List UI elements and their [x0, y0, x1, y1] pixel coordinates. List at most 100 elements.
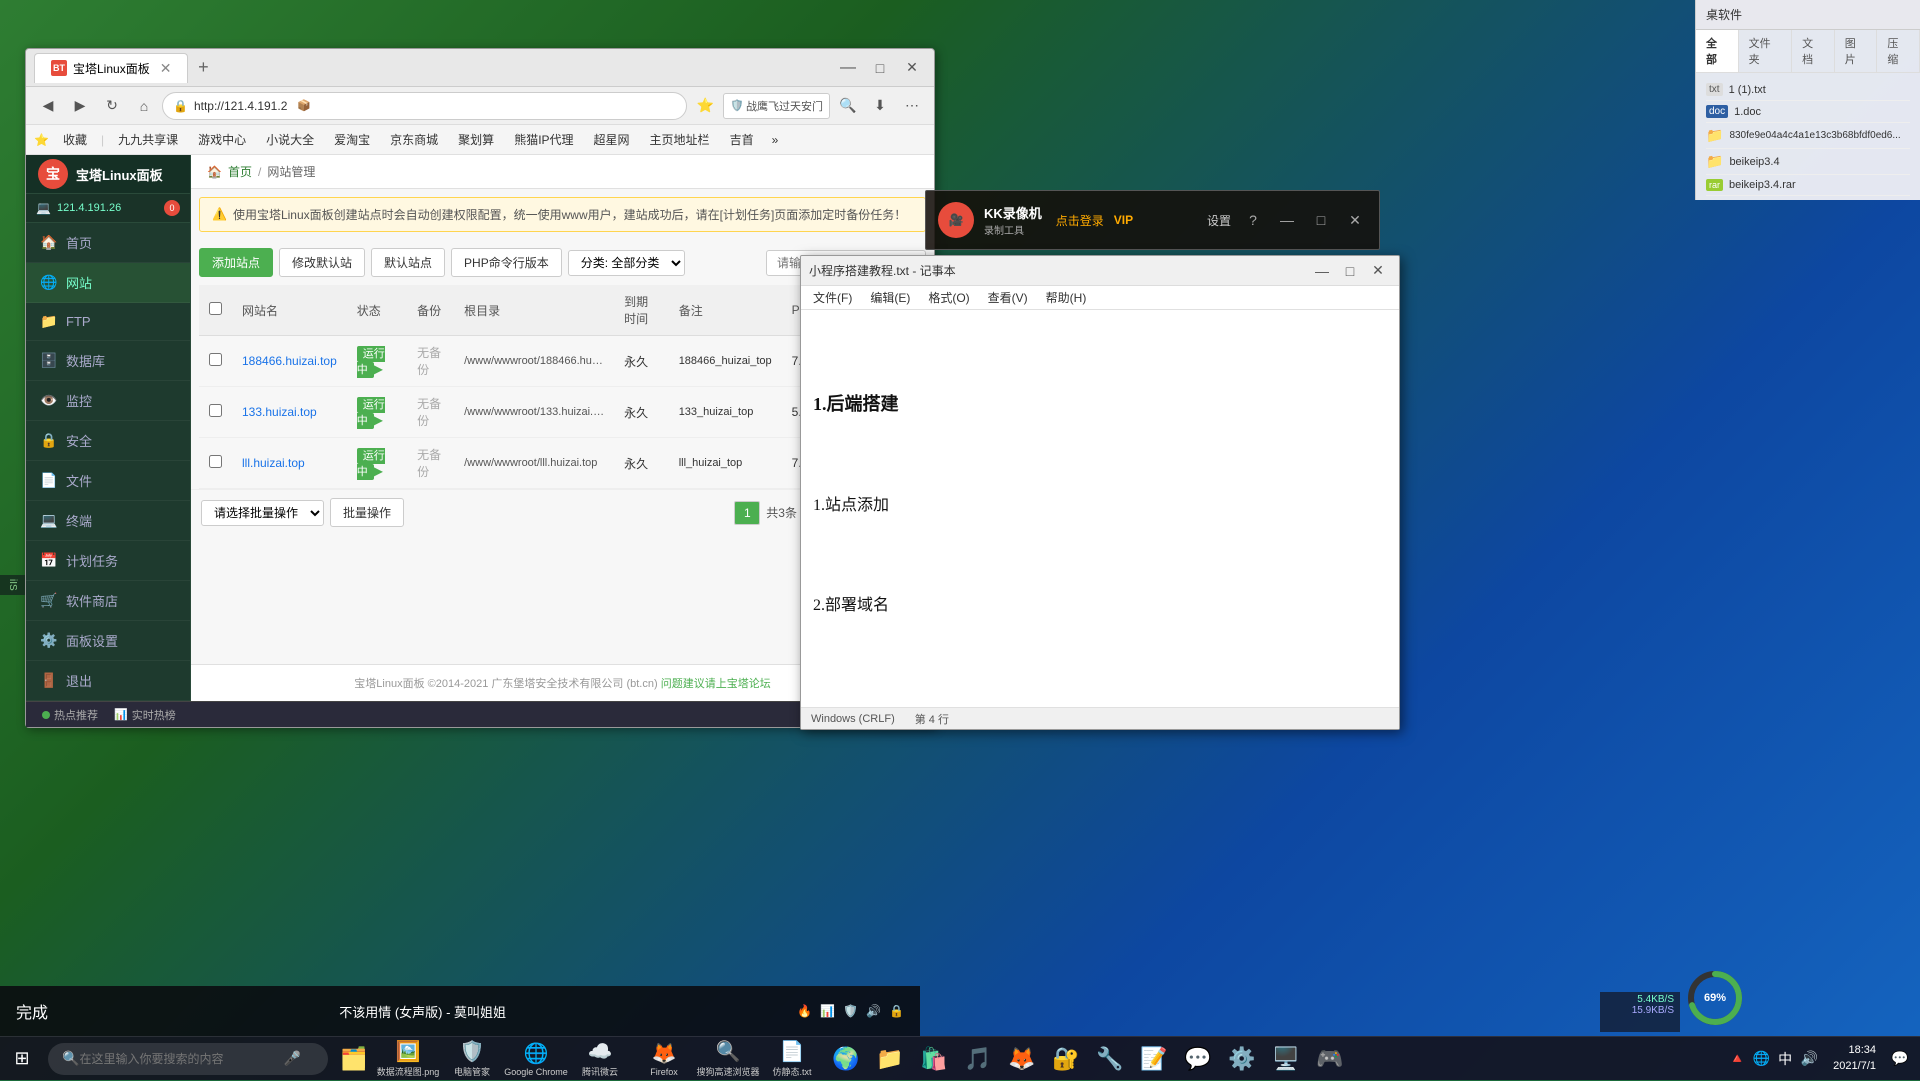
tray-network-icon[interactable]: 🌐 [1751, 1049, 1771, 1069]
tab-all[interactable]: 全部 [1696, 30, 1739, 72]
tab-archive[interactable]: 压缩 [1877, 30, 1920, 72]
media-icon-1[interactable]: 📊 [820, 1004, 835, 1018]
tb-app-firefox[interactable]: 🦊 Firefox [632, 1037, 696, 1081]
media-icon-3[interactable]: 🔊 [866, 1004, 881, 1018]
batch-execute-btn[interactable]: 批量操作 [330, 498, 404, 527]
bookmark-5[interactable]: 京东商城 [384, 129, 444, 150]
status-realtime[interactable]: 📊 实时热榜 [114, 707, 176, 723]
tb-antivirus-icon[interactable]: 🔐 [1044, 1037, 1088, 1081]
site-link-1[interactable]: 133.huizai.top [242, 405, 317, 419]
tb-game-icon[interactable]: 🎮 [1308, 1037, 1352, 1081]
nav-extension-btn[interactable]: 🛡️ 战鹰飞过天安门 [723, 93, 830, 119]
row-checkbox-0[interactable] [209, 353, 222, 366]
tb-word-icon[interactable]: 📝 [1132, 1037, 1176, 1081]
footer-link[interactable]: 问题建议请上宝塔论坛 [661, 678, 771, 690]
sidebar-item-panel-settings[interactable]: ⚙️ 面板设置 [26, 621, 190, 661]
file-item-rar[interactable]: rar beikeip3.4.rar [1706, 175, 1910, 196]
bookmark-8[interactable]: 超星网 [588, 129, 636, 150]
sidebar-item-ftp[interactable]: 📁 FTP [26, 303, 190, 341]
taskbar-search-box[interactable]: 🔍 🎤 [48, 1043, 328, 1075]
browser-new-tab-btn[interactable]: + [188, 53, 218, 83]
sidebar-item-security[interactable]: 🔒 安全 [26, 421, 190, 461]
bookmark-0[interactable]: 收藏 [57, 129, 93, 150]
nav-refresh-btn[interactable]: ↻ [98, 92, 126, 120]
start-btn[interactable]: ⊞ [0, 1037, 44, 1081]
bookmark-1[interactable]: 九九共享课 [112, 129, 184, 150]
modify-default-btn[interactable]: 修改默认站 [279, 248, 365, 277]
tb-browser2-icon[interactable]: 🦊 [1000, 1037, 1044, 1081]
file-item-doc[interactable]: doc 1.doc [1706, 101, 1910, 123]
nav-download-btn[interactable]: ⬇ [866, 92, 894, 120]
tb-folder-icon[interactable]: 📁 [868, 1037, 912, 1081]
row-checkbox-2[interactable] [209, 455, 222, 468]
media-icon-2[interactable]: 🛡️ [843, 1004, 858, 1018]
address-bar[interactable]: 🔒 http://121.4.191.2 📦 [162, 92, 687, 120]
tb-wechat-icon[interactable]: 💬 [1176, 1037, 1220, 1081]
site-link-2[interactable]: lll.huizai.top [242, 456, 305, 470]
notepad-menu-format[interactable]: 格式(O) [920, 287, 977, 308]
nav-forward-btn[interactable]: ▶ [66, 92, 94, 120]
notepad-content[interactable]: 1.后端搭建 1.站点添加 2.部署域名 2.前端搭建 [801, 310, 1399, 707]
status-arrow-2[interactable]: ▶ [374, 464, 383, 478]
sidebar-item-logout[interactable]: 🚪 退出 [26, 661, 190, 701]
media-icon-4[interactable]: 🔒 [889, 1004, 904, 1018]
sidebar-item-monitor[interactable]: 👁️ 监控 [26, 381, 190, 421]
tb-app-static-txt[interactable]: 📄 仿静态.txt [760, 1037, 824, 1081]
site-link-0[interactable]: 188466.huizai.top [242, 354, 337, 368]
tray-volume-icon[interactable]: 🔊 [1799, 1049, 1819, 1069]
status-hotspot[interactable]: 热点推荐 [42, 707, 98, 723]
tb-spotify-icon[interactable]: 🎵 [956, 1037, 1000, 1081]
kk-help-btn[interactable]: ? [1241, 209, 1265, 231]
nav-home-btn[interactable]: ⌂ [130, 92, 158, 120]
tb-app-sogou[interactable]: 🔍 搜狗高速浏览器 [696, 1037, 760, 1081]
default-site-btn[interactable]: 默认站点 [371, 248, 445, 277]
file-item-txt[interactable]: txt 1 (1).txt [1706, 79, 1910, 101]
notepad-close-btn[interactable]: ✕ [1365, 260, 1391, 282]
notepad-minimize-btn[interactable]: — [1309, 260, 1335, 282]
window-maximize-btn[interactable]: □ [866, 54, 894, 82]
tb-store-icon[interactable]: 🛍️ [912, 1037, 956, 1081]
notepad-maximize-btn[interactable]: □ [1337, 260, 1363, 282]
window-close-btn[interactable]: ✕ [898, 54, 926, 82]
tb-monitor2-icon[interactable]: 🖥️ [1264, 1037, 1308, 1081]
nav-more-btn[interactable]: ⋯ [898, 92, 926, 120]
nav-search-btn[interactable]: 🔍 [834, 92, 862, 120]
taskview-btn[interactable]: 🗂️ [332, 1037, 376, 1081]
sidebar-item-website[interactable]: 🌐 网站 [26, 263, 190, 303]
sidebar-item-store[interactable]: 🛒 软件商店 [26, 581, 190, 621]
php-cmd-btn[interactable]: PHP命令行版本 [451, 248, 562, 277]
sidebar-item-database[interactable]: 🗄️ 数据库 [26, 341, 190, 381]
select-all-checkbox[interactable] [209, 302, 222, 315]
browser-tab-active[interactable]: BT 宝塔Linux面板 ✕ [34, 53, 188, 83]
mic-icon[interactable]: 🎤 [283, 1050, 300, 1067]
notepad-menu-edit[interactable]: 编辑(E) [862, 287, 918, 308]
kk-minimize-btn[interactable]: — [1275, 209, 1299, 231]
bookmark-more-btn[interactable]: » [768, 131, 783, 149]
window-minimize-btn[interactable]: — [834, 54, 862, 82]
tb-app-tencent-cloud[interactable]: ☁️ 腾讯微云 [568, 1037, 632, 1081]
taskbar-search-input[interactable] [79, 1052, 279, 1066]
tb-tools-icon[interactable]: 🔧 [1088, 1037, 1132, 1081]
tb-edge-icon[interactable]: 🌍 [824, 1037, 868, 1081]
file-item-folder-0[interactable]: 📁 830fe9e04a4c4a1e13c3b68bfdf0ed6... [1706, 123, 1910, 149]
sidebar-item-terminal[interactable]: 💻 终端 [26, 501, 190, 541]
bookmark-9[interactable]: 主页地址栏 [644, 129, 716, 150]
browser-tab-close-btn[interactable]: ✕ [160, 60, 172, 77]
status-arrow-0[interactable]: ▶ [374, 362, 383, 376]
category-filter[interactable]: 分类: 全部分类 [568, 250, 685, 276]
tb-settings-icon[interactable]: ⚙️ [1220, 1037, 1264, 1081]
add-site-btn[interactable]: 添加站点 [199, 248, 273, 277]
file-item-folder-1[interactable]: 📁 beikeip3.4 [1706, 149, 1910, 175]
media-icon-0[interactable]: 🔥 [797, 1004, 812, 1018]
sidebar-item-files[interactable]: 📄 文件 [26, 461, 190, 501]
kk-maximize-btn[interactable]: □ [1309, 209, 1333, 231]
tab-image[interactable]: 图片 [1835, 30, 1878, 72]
tray-arrow-icon[interactable]: 🔺 [1727, 1049, 1747, 1069]
iis-icon[interactable]: iIS [0, 575, 25, 595]
kk-settings-btn[interactable]: 设置 [1207, 212, 1231, 229]
tb-app-chrome[interactable]: 🌐 Google Chrome [504, 1037, 568, 1081]
notepad-menu-help[interactable]: 帮助(H) [1038, 287, 1095, 308]
bookmark-7[interactable]: 熊猫IP代理 [508, 129, 579, 150]
bookmark-3[interactable]: 小说大全 [260, 129, 320, 150]
status-arrow-1[interactable]: ▶ [374, 413, 383, 427]
